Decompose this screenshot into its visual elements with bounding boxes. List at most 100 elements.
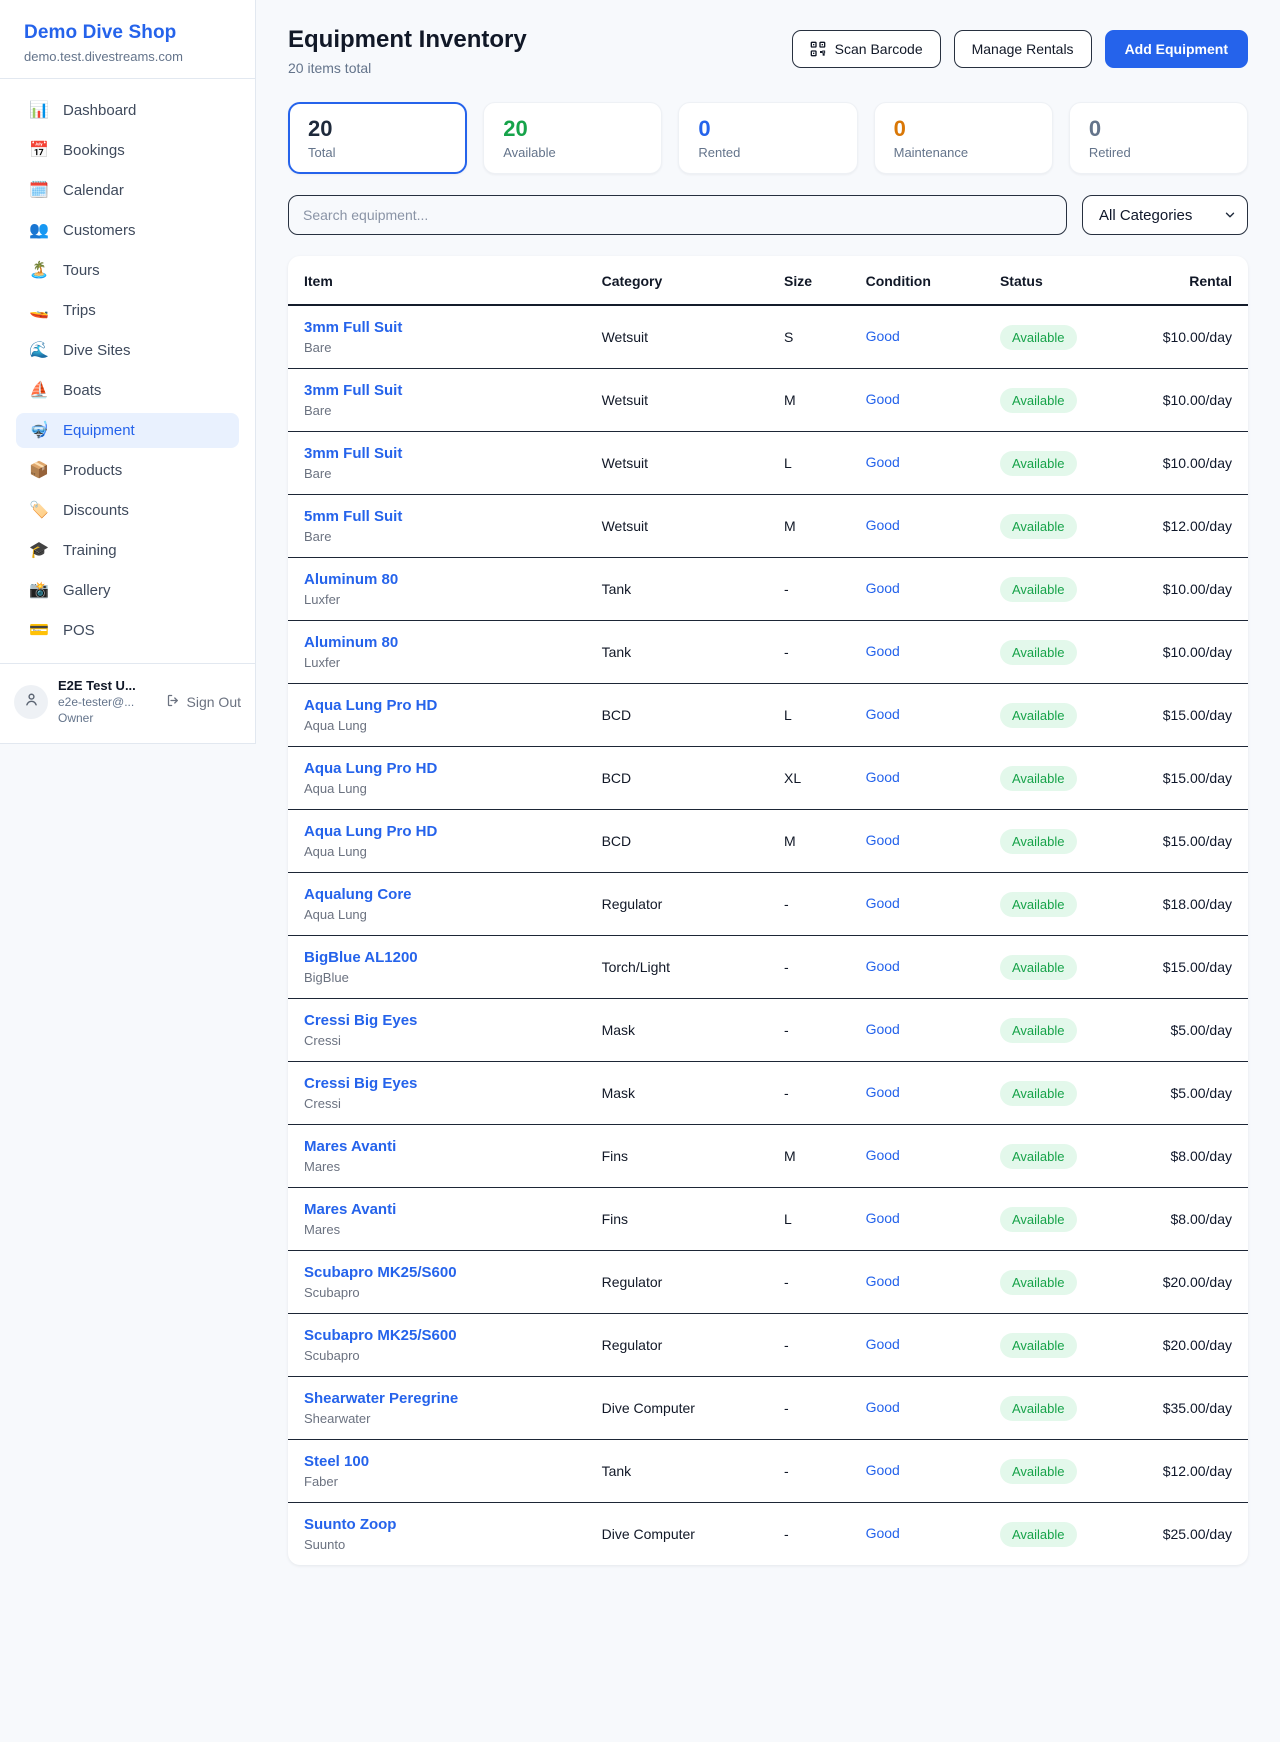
sidebar-item-label: Bookings xyxy=(63,142,125,159)
condition-link[interactable]: Good xyxy=(866,580,900,596)
item-name-link[interactable]: Scubapro MK25/S600 xyxy=(304,1327,570,1344)
sidebar-item-customers[interactable]: 👥Customers xyxy=(16,213,239,248)
condition-cell: Good xyxy=(850,936,984,999)
status-cell: Available xyxy=(984,369,1123,432)
category-cell: Wetsuit xyxy=(586,305,768,369)
sidebar-item-products[interactable]: 📦Products xyxy=(16,453,239,488)
condition-link[interactable]: Good xyxy=(866,832,900,848)
item-name-link[interactable]: 3mm Full Suit xyxy=(304,319,570,336)
sidebar-item-gallery[interactable]: 📸Gallery xyxy=(16,573,239,608)
sidebar-item-dashboard[interactable]: 📊Dashboard xyxy=(16,93,239,128)
size-cell: - xyxy=(768,999,850,1062)
item-cell: Suunto ZoopSuunto xyxy=(288,1503,586,1566)
item-name-link[interactable]: Aqua Lung Pro HD xyxy=(304,823,570,840)
stat-value: 0 xyxy=(894,116,1033,142)
status-cell: Available xyxy=(984,1188,1123,1251)
barcode-scan-icon xyxy=(810,41,826,57)
condition-link[interactable]: Good xyxy=(866,895,900,911)
item-name-link[interactable]: Shearwater Peregrine xyxy=(304,1390,570,1407)
sidebar-item-tours[interactable]: 🏝️Tours xyxy=(16,253,239,288)
rental-cell: $20.00/day xyxy=(1123,1251,1248,1314)
item-name-link[interactable]: 5mm Full Suit xyxy=(304,508,570,525)
item-name-link[interactable]: Aqua Lung Pro HD xyxy=(304,697,570,714)
item-name-link[interactable]: 3mm Full Suit xyxy=(304,445,570,462)
manage-rentals-button[interactable]: Manage Rentals xyxy=(954,30,1092,68)
rental-cell: $15.00/day xyxy=(1123,684,1248,747)
condition-link[interactable]: Good xyxy=(866,1210,900,1226)
item-cell: Shearwater PeregrineShearwater xyxy=(288,1377,586,1440)
condition-link[interactable]: Good xyxy=(866,958,900,974)
item-cell: Aqua Lung Pro HDAqua Lung xyxy=(288,810,586,873)
sidebar-item-bookings[interactable]: 📅 Bookings xyxy=(16,133,239,168)
sidebar-item-training[interactable]: 🎓Training xyxy=(16,533,239,568)
condition-cell: Good xyxy=(850,1314,984,1377)
item-name-link[interactable]: Scubapro MK25/S600 xyxy=(304,1264,570,1281)
stat-card-maintenance[interactable]: 0Maintenance xyxy=(874,102,1053,174)
sidebar-item-pos[interactable]: 💳POS xyxy=(16,613,239,648)
condition-link[interactable]: Good xyxy=(866,1462,900,1478)
item-name-link[interactable]: Mares Avanti xyxy=(304,1201,570,1218)
sidebar-item-discounts[interactable]: 🏷️Discounts xyxy=(16,493,239,528)
status-cell: Available xyxy=(984,432,1123,495)
item-cell: Cressi Big EyesCressi xyxy=(288,999,586,1062)
stat-card-rented[interactable]: 0Rented xyxy=(678,102,857,174)
stat-card-available[interactable]: 20Available xyxy=(483,102,662,174)
condition-link[interactable]: Good xyxy=(866,1525,900,1541)
rental-cell: $15.00/day xyxy=(1123,936,1248,999)
item-brand: Aqua Lung xyxy=(304,718,570,733)
item-name-link[interactable]: Aqualung Core xyxy=(304,886,570,903)
sidebar-item-equipment[interactable]: 🤿Equipment xyxy=(16,413,239,448)
sidebar-item-boats[interactable]: ⛵Boats xyxy=(16,373,239,408)
condition-link[interactable]: Good xyxy=(866,454,900,470)
table-row: Cressi Big EyesCressiMask-GoodAvailable$… xyxy=(288,1062,1248,1125)
item-name-link[interactable]: Aluminum 80 xyxy=(304,634,570,651)
condition-link[interactable]: Good xyxy=(866,1147,900,1163)
size-cell: M xyxy=(768,495,850,558)
rental-cell: $8.00/day xyxy=(1123,1188,1248,1251)
condition-link[interactable]: Good xyxy=(866,328,900,344)
status-badge: Available xyxy=(1000,1522,1077,1547)
item-name-link[interactable]: Aqua Lung Pro HD xyxy=(304,760,570,777)
sign-out-label: Sign Out xyxy=(187,694,241,710)
condition-link[interactable]: Good xyxy=(866,769,900,785)
sidebar-item-trips[interactable]: 🚤Trips xyxy=(16,293,239,328)
item-cell: Aqua Lung Pro HD Aqua Lung xyxy=(288,684,586,747)
rental-cell: $10.00/day xyxy=(1123,621,1248,684)
item-name-link[interactable]: 3mm Full Suit xyxy=(304,382,570,399)
condition-link[interactable]: Good xyxy=(866,1336,900,1352)
condition-link[interactable]: Good xyxy=(866,1399,900,1415)
scan-barcode-button[interactable]: Scan Barcode xyxy=(792,30,941,68)
item-name-link[interactable]: Cressi Big Eyes xyxy=(304,1012,570,1029)
category-select[interactable]: All Categories xyxy=(1082,195,1248,235)
condition-link[interactable]: Good xyxy=(866,1273,900,1289)
condition-link[interactable]: Good xyxy=(866,1021,900,1037)
condition-link[interactable]: Good xyxy=(866,517,900,533)
item-name-link[interactable]: Steel 100 xyxy=(304,1453,570,1470)
condition-link[interactable]: Good xyxy=(866,391,900,407)
item-name-link[interactable]: Mares Avanti xyxy=(304,1138,570,1155)
condition-cell: Good xyxy=(850,684,984,747)
stat-card-retired[interactable]: 0Retired xyxy=(1069,102,1248,174)
bookings-icon: 📅 xyxy=(28,143,50,159)
sidebar-item-dive-sites[interactable]: 🌊Dive Sites xyxy=(16,333,239,368)
item-name-link[interactable]: Suunto Zoop xyxy=(304,1516,570,1533)
condition-link[interactable]: Good xyxy=(866,1084,900,1100)
sidebar-item-calendar[interactable]: 🗓️Calendar xyxy=(16,173,239,208)
condition-link[interactable]: Good xyxy=(866,643,900,659)
condition-cell: Good xyxy=(850,558,984,621)
sign-out-button[interactable]: Sign Out xyxy=(166,693,241,711)
category-cell: Dive Computer xyxy=(586,1377,768,1440)
stat-card-total[interactable]: 20Total xyxy=(288,102,467,174)
discounts-icon: 🏷️ xyxy=(28,503,50,519)
size-cell: S xyxy=(768,305,850,369)
item-brand: BigBlue xyxy=(304,970,570,985)
search-input[interactable] xyxy=(288,195,1067,235)
item-name-link[interactable]: Aluminum 80 xyxy=(304,571,570,588)
condition-link[interactable]: Good xyxy=(866,706,900,722)
item-name-link[interactable]: BigBlue AL1200 xyxy=(304,949,570,966)
table-row: Aqua Lung Pro HDAqua LungBCDLGoodAvailab… xyxy=(288,684,1248,747)
add-equipment-button[interactable]: Add Equipment xyxy=(1105,30,1248,68)
table-header-row: ItemCategorySizeConditionStatusRental xyxy=(288,256,1248,305)
item-name-link[interactable]: Cressi Big Eyes xyxy=(304,1075,570,1092)
size-cell: L xyxy=(768,1188,850,1251)
